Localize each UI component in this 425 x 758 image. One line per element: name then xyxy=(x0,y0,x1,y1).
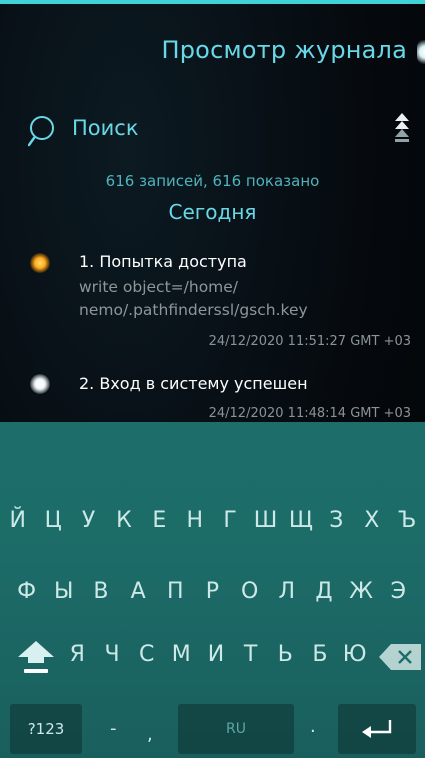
key[interactable]: И xyxy=(199,638,233,672)
section-header-today: Сегодня xyxy=(168,200,257,224)
key[interactable]: Н xyxy=(178,504,212,538)
search-icon[interactable] xyxy=(28,114,62,148)
key[interactable]: В xyxy=(84,575,118,609)
pulley-menu-indicator[interactable] xyxy=(417,40,425,64)
key[interactable]: Щ xyxy=(284,504,318,538)
key[interactable]: Т xyxy=(234,638,268,672)
period-key[interactable]: . xyxy=(310,716,316,737)
key[interactable]: К xyxy=(107,504,141,538)
log-viewer-screen: Просмотр журнала 616 записей, 616 показа… xyxy=(0,0,425,758)
key[interactable]: Л xyxy=(270,575,304,609)
success-status-icon xyxy=(30,374,50,394)
entry-timestamp: 24/12/2020 11:51:27 GMT +03 xyxy=(208,334,411,349)
key[interactable]: Ш xyxy=(249,504,283,538)
key[interactable]: Ъ xyxy=(390,504,424,538)
language-space-key[interactable]: RU xyxy=(178,704,294,754)
search-row xyxy=(28,112,413,148)
virtual-keyboard: Й Ц У К Е Н Г Ш Щ З Х Ъ Ф Ы В А П Р О Л … xyxy=(0,422,425,758)
key[interactable]: М xyxy=(164,638,198,672)
key[interactable]: З xyxy=(319,504,353,538)
key[interactable]: Ю xyxy=(338,638,372,672)
key[interactable]: О xyxy=(233,575,267,609)
symbols-key[interactable]: ?123 xyxy=(10,704,82,754)
key[interactable]: Ч xyxy=(95,638,129,672)
key[interactable]: Б xyxy=(303,638,337,672)
keyboard-row-1: Й Ц У К Е Н Г Ш Щ З Х Ъ xyxy=(0,504,425,538)
keyboard-row-2: Ф Ы В А П Р О Л Д Ж Э xyxy=(8,575,417,609)
entry-timestamp: 24/12/2020 11:48:14 GMT +03 xyxy=(208,406,411,421)
entry-title: 2. Вход в систему успешен xyxy=(79,374,308,393)
key[interactable]: У xyxy=(72,504,106,538)
entry-detail-line: nemo/.pathfinderssl/gsch.key xyxy=(79,301,308,319)
sort-order-icon[interactable] xyxy=(391,112,413,144)
key[interactable]: Ф xyxy=(10,575,44,609)
key[interactable]: Ж xyxy=(344,575,378,609)
comma-key[interactable]: , xyxy=(147,724,153,745)
key[interactable]: С xyxy=(130,638,164,672)
key[interactable]: Д xyxy=(307,575,341,609)
key[interactable]: А xyxy=(121,575,155,609)
enter-icon xyxy=(362,720,392,738)
key[interactable]: Г xyxy=(213,504,247,538)
record-count: 616 записей, 616 показано xyxy=(105,172,320,190)
key[interactable]: Е xyxy=(142,504,176,538)
key[interactable]: Р xyxy=(195,575,229,609)
key[interactable]: Ц xyxy=(36,504,70,538)
entry-title: 1. Попытка доступа xyxy=(79,252,247,271)
backspace-icon[interactable] xyxy=(377,642,423,672)
key[interactable]: Я xyxy=(60,638,94,672)
top-accent-bar xyxy=(0,0,425,4)
keyboard-bottom-row: ?123 - , RU . xyxy=(0,704,425,754)
warning-status-icon xyxy=(30,253,50,273)
key[interactable]: Э xyxy=(381,575,415,609)
key[interactable]: П xyxy=(158,575,192,609)
search-input[interactable] xyxy=(72,116,332,140)
key[interactable]: Ь xyxy=(268,638,302,672)
key[interactable]: Й xyxy=(1,504,35,538)
enter-key[interactable] xyxy=(338,704,416,754)
key[interactable]: Х xyxy=(355,504,389,538)
key[interactable]: Ы xyxy=(47,575,81,609)
dash-key[interactable]: - xyxy=(110,718,117,739)
shift-icon[interactable] xyxy=(16,639,56,675)
keyboard-row-3: Я Ч С М И Т Ь Б Ю xyxy=(60,638,372,672)
page-title: Просмотр журнала xyxy=(161,36,407,64)
entry-detail-line: write object=/home/ xyxy=(79,278,239,296)
